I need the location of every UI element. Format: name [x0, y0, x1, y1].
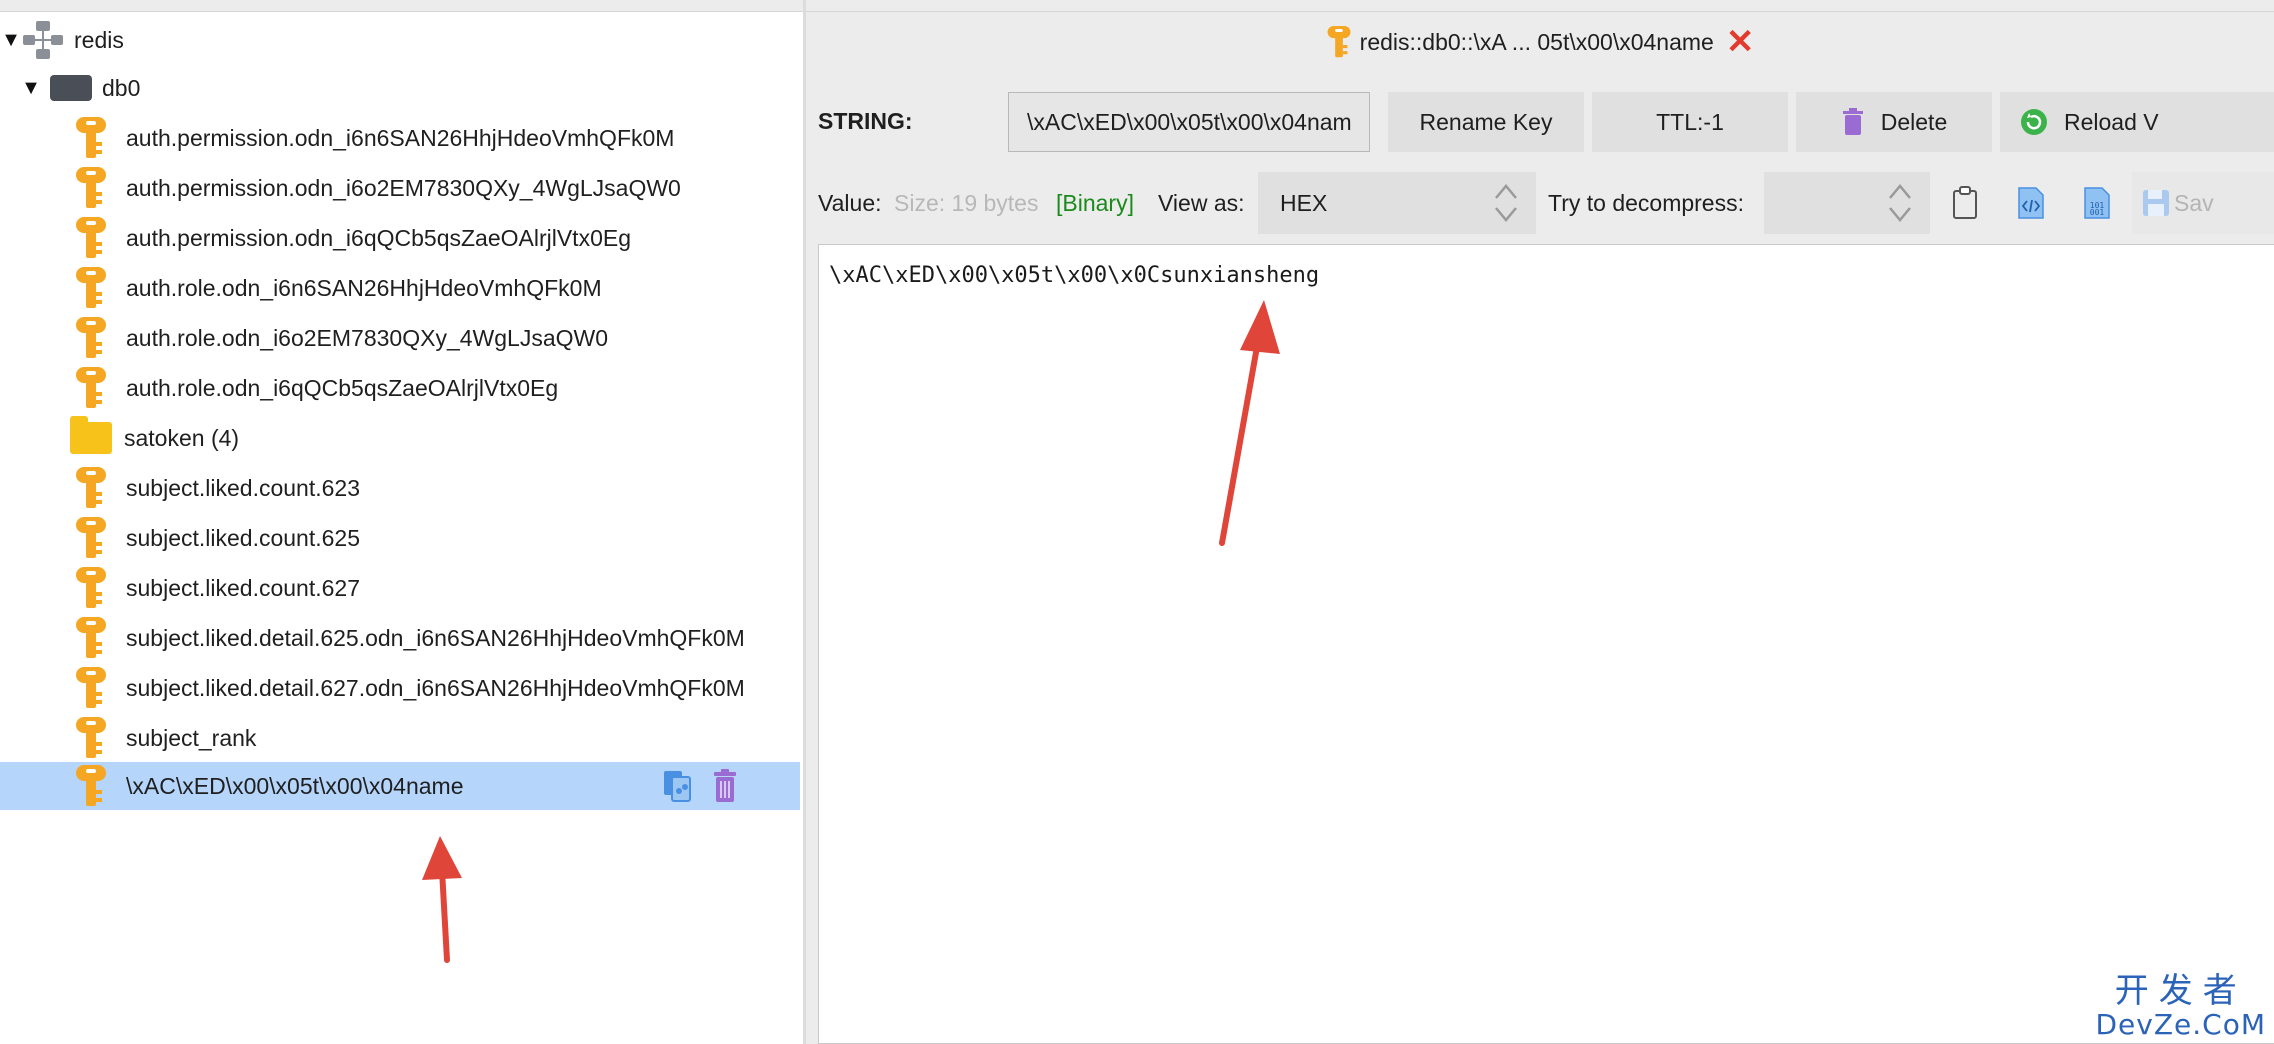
key-label: auth.permission.odn_i6n6SAN26HhjHdeoVmhQ… — [126, 124, 675, 151]
chevron-updown-icon — [1495, 184, 1517, 222]
key-detail-panel: redis::db0::\xA ... 05t\x00\x04name ✕ ST… — [806, 12, 2274, 1044]
key-toolbar: STRING: Rename Key TTL:-1 Delete Reload … — [806, 92, 2274, 152]
folder-label: satoken (4) — [124, 424, 240, 451]
tree-key-row[interactable]: subject.liked.count.623 — [0, 464, 800, 512]
tree-folder-row[interactable]: satoken (4) — [0, 414, 800, 462]
binary-badge: [Binary] — [1056, 190, 1134, 216]
expand-caret-icon[interactable]: ▼ — [20, 77, 42, 100]
size-label: Size: 19 bytes — [894, 190, 1039, 216]
key-label: \xAC\xED\x00\x05t\x00\x04name — [126, 772, 464, 799]
key-label: auth.role.odn_i6o2EM7830QXy_4WgLJsaQW0 — [126, 324, 609, 351]
key-label: subject_rank — [126, 724, 257, 751]
key-tab[interactable]: redis::db0::\xA ... 05t\x00\x04name ✕ — [806, 12, 2274, 72]
key-icon — [76, 117, 106, 158]
connection-tree[interactable]: ▼ redis ▼ db0 auth.permission.odn_i6n6SA… — [0, 12, 803, 1044]
view-as-select[interactable]: HEX — [1258, 172, 1536, 234]
reload-icon — [2021, 109, 2047, 135]
tree-key-row[interactable]: subject_rank — [0, 714, 800, 762]
key-icon — [76, 517, 106, 558]
ttl-button[interactable]: TTL:-1 — [1592, 92, 1788, 152]
key-icon — [76, 667, 106, 708]
value-content: \xAC\xED\x00\x05t\x00\x0Csunxiansheng — [829, 263, 1320, 288]
tree-db-row[interactable]: ▼ db0 — [0, 64, 800, 112]
delete-key-icon[interactable] — [710, 769, 740, 803]
clipboard-icon[interactable] — [1950, 186, 1980, 220]
tree-key-row[interactable]: subject.liked.detail.625.odn_i6n6SAN26Hh… — [0, 614, 800, 662]
binary-file-icon[interactable]: 101 001 — [2082, 186, 2112, 220]
decompress-select[interactable] — [1764, 172, 1930, 234]
tab-title: redis::db0::\xA ... 05t\x00\x04name — [1359, 28, 1714, 55]
value-toolbar: Value: Size: 19 bytes [Binary] View as: … — [806, 172, 2274, 234]
key-label: auth.role.odn_i6qQCb5qsZaeOAlrjlVtx0Eg — [126, 374, 559, 401]
key-icon — [76, 317, 106, 358]
delete-button[interactable]: Delete — [1796, 92, 1992, 152]
svg-text:001: 001 — [2090, 208, 2105, 217]
key-icon — [76, 765, 106, 806]
tree-key-row[interactable]: auth.permission.odn_i6qQCb5qsZaeOAlrjlVt… — [0, 214, 800, 262]
server-label: redis — [74, 26, 124, 53]
key-label: subject.liked.count.623 — [126, 474, 360, 501]
trash-icon — [1842, 108, 1863, 135]
save-icon — [2143, 190, 2169, 216]
folder-icon — [70, 416, 112, 454]
tree-server-row[interactable]: ▼ redis — [0, 16, 800, 64]
view-as-label: View as: — [1158, 190, 1245, 216]
key-icon — [76, 367, 106, 408]
decompress-label: Try to decompress: — [1548, 190, 1744, 216]
watermark-logo: 开发者 DevZe.CoM — [2095, 971, 2266, 1041]
value-label: Value: — [818, 190, 882, 216]
key-icon — [76, 617, 106, 658]
tree-key-row[interactable]: auth.role.odn_i6n6SAN26HhjHdeoVmhQFk0M — [0, 264, 800, 312]
tree-key-row-selected[interactable]: \xAC\xED\x00\x05t\x00\x04name — [0, 762, 800, 810]
code-file-icon[interactable] — [2016, 186, 2046, 220]
key-label: auth.permission.odn_i6qQCb5qsZaeOAlrjlVt… — [126, 224, 631, 251]
copy-key-icon[interactable] — [662, 769, 692, 803]
key-label: subject.liked.count.627 — [126, 574, 360, 601]
database-icon — [50, 75, 92, 101]
key-icon — [76, 217, 106, 258]
key-name-input[interactable] — [1008, 92, 1370, 152]
tree-key-row[interactable]: subject.liked.count.627 — [0, 564, 800, 612]
save-button[interactable]: Sav — [2132, 172, 2274, 234]
tree-key-row[interactable]: auth.role.odn_i6qQCb5qsZaeOAlrjlVtx0Eg — [0, 364, 800, 412]
chevron-updown-icon — [1889, 184, 1911, 222]
key-label: auth.permission.odn_i6o2EM7830QXy_4WgLJs… — [126, 174, 681, 201]
key-icon — [1327, 25, 1351, 58]
db-label: db0 — [102, 74, 141, 101]
key-label: subject.liked.detail.625.odn_i6n6SAN26Hh… — [126, 624, 745, 651]
key-icon — [76, 267, 106, 308]
expand-caret-icon[interactable]: ▼ — [0, 29, 22, 52]
key-icon — [76, 167, 106, 208]
window-top-strip — [0, 0, 2274, 12]
key-icon — [76, 467, 106, 508]
close-icon[interactable]: ✕ — [1726, 22, 1755, 62]
tree-key-row[interactable]: auth.role.odn_i6o2EM7830QXy_4WgLJsaQW0 — [0, 314, 800, 362]
value-editor[interactable]: \xAC\xED\x00\x05t\x00\x0Csunxiansheng — [818, 244, 2274, 1044]
tree-key-row[interactable]: subject.liked.detail.627.odn_i6n6SAN26Hh… — [0, 664, 800, 712]
key-icon — [76, 567, 106, 608]
reload-value-button[interactable]: Reload V — [2000, 92, 2274, 152]
tree-key-row[interactable]: subject.liked.count.625 — [0, 514, 800, 562]
tree-key-row[interactable]: auth.permission.odn_i6n6SAN26HhjHdeoVmhQ… — [0, 114, 800, 162]
tree-key-row[interactable]: auth.permission.odn_i6o2EM7830QXy_4WgLJs… — [0, 164, 800, 212]
rename-key-button[interactable]: Rename Key — [1388, 92, 1584, 152]
key-label: subject.liked.detail.627.odn_i6n6SAN26Hh… — [126, 674, 745, 701]
server-network-icon — [23, 21, 63, 59]
type-label: STRING: — [818, 108, 913, 134]
key-icon — [76, 717, 106, 758]
key-label: auth.role.odn_i6n6SAN26HhjHdeoVmhQFk0M — [126, 274, 602, 301]
key-label: subject.liked.count.625 — [126, 524, 360, 551]
